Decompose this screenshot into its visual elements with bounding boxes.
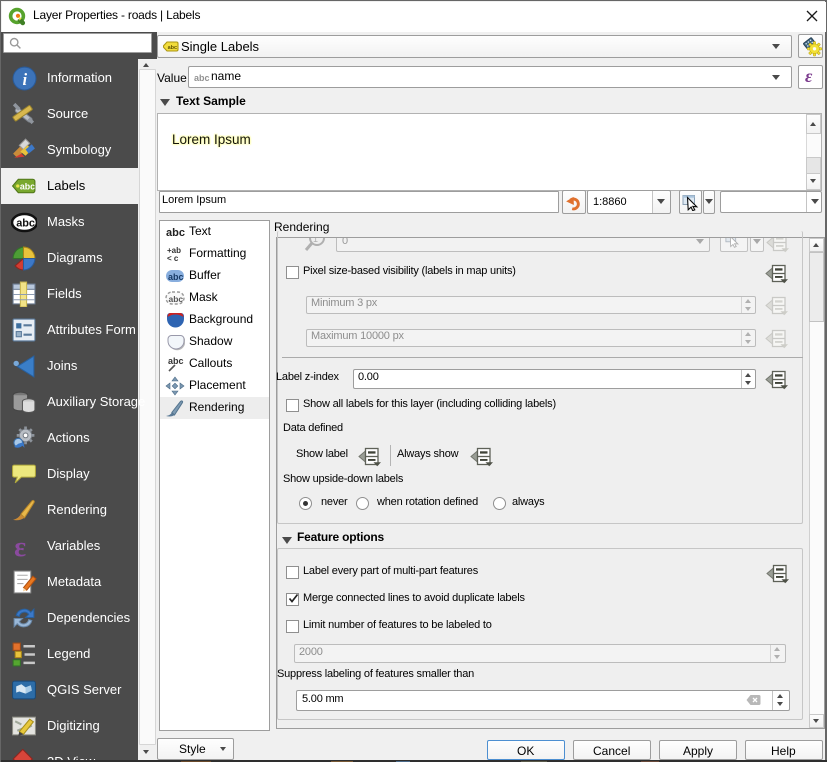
svg-text:abc: abc <box>169 294 184 304</box>
svg-text:abc: abc <box>168 45 177 51</box>
svg-text:< c: < c <box>167 254 179 263</box>
svg-text:abc: abc <box>20 182 35 192</box>
svg-text:i: i <box>22 70 27 89</box>
svg-text:abc: abc <box>166 227 185 239</box>
svg-text:1: 1 <box>313 238 318 244</box>
svg-text:abc: abc <box>16 218 35 230</box>
svg-text:abc: abc <box>168 272 184 282</box>
svg-text:abc: abc <box>168 356 184 366</box>
svg-text:ε: ε <box>14 533 26 559</box>
